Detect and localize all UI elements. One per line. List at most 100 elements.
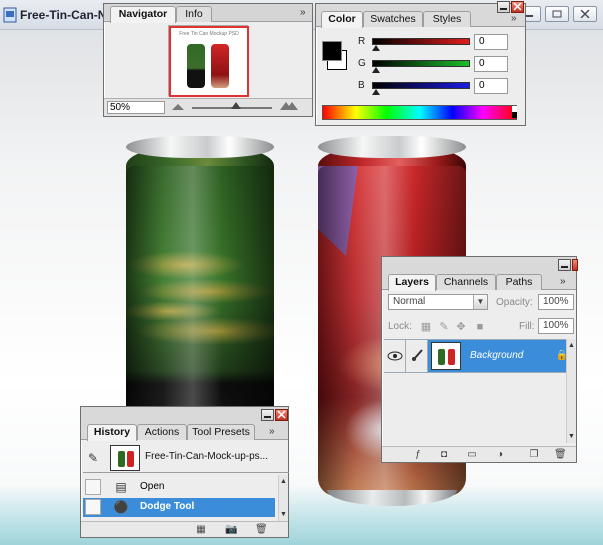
scroll-down-icon[interactable]: ▼ — [567, 432, 576, 441]
eye-icon — [387, 351, 402, 361]
palette-menu-button[interactable]: » — [560, 276, 566, 287]
channel-b-slider[interactable] — [372, 82, 470, 89]
tab-navigator[interactable]: Navigator — [110, 6, 176, 23]
tab-color[interactable]: Color — [321, 11, 363, 28]
lock-all-icon[interactable]: ■ — [474, 321, 486, 333]
channel-g-slider[interactable] — [372, 60, 470, 67]
fill-field[interactable]: 100% — [538, 318, 574, 334]
new-document-from-state-icon[interactable]: ▦ — [195, 524, 207, 535]
navigator-tabbar: Navigator Info » — [104, 4, 312, 23]
history-step-open[interactable]: ▤ Open — [83, 478, 275, 497]
opacity-field[interactable]: 100% — [538, 294, 574, 310]
brush-icon[interactable] — [406, 340, 428, 372]
layer-style-icon[interactable]: ƒ — [412, 449, 424, 460]
navigator-palette: Navigator Info » Free Tin Can Mockup PSD… — [103, 3, 313, 117]
can-top — [126, 136, 274, 158]
palette-close-button[interactable] — [275, 409, 288, 421]
tab-layers[interactable]: Layers — [388, 274, 436, 291]
scroll-up-icon[interactable]: ▲ — [567, 341, 576, 350]
channel-r-slider[interactable] — [372, 38, 470, 45]
channel-r-label: R — [358, 36, 366, 47]
history-step-dodge-tool[interactable]: ⚫ Dodge Tool — [83, 498, 275, 517]
channel-b-label: B — [358, 80, 365, 91]
minimize-icon — [561, 266, 568, 268]
layers-scrollbar[interactable]: ▲ ▼ — [566, 339, 576, 443]
adjustment-layer-icon[interactable]: ◑ — [494, 449, 506, 460]
channel-g-knob[interactable] — [372, 67, 380, 73]
color-palette: Color Swatches Styles » R 0 G 0 B 0 — [315, 1, 526, 126]
minimize-icon — [264, 416, 271, 418]
snapshot-camera-icon[interactable]: 📷 — [225, 524, 237, 535]
channel-b-knob[interactable] — [372, 89, 380, 95]
palette-minimize-button[interactable] — [261, 409, 274, 421]
palette-close-button[interactable] — [511, 1, 524, 13]
tab-swatches[interactable]: Swatches — [363, 11, 423, 27]
layers-tabbar: Layers Channels Paths » — [382, 257, 578, 291]
chevron-down-icon: ▼ — [473, 295, 487, 309]
navigator-zoom-bar: 50% — [104, 98, 312, 116]
snapshot-name: Free-Tin-Can-Mock-up-ps... — [145, 451, 268, 462]
palette-menu-button[interactable]: » — [269, 426, 275, 437]
tab-paths[interactable]: Paths — [496, 274, 542, 290]
zoom-out-icon[interactable] — [172, 104, 184, 110]
window-buttons — [517, 6, 597, 22]
blend-mode-select[interactable]: Normal ▼ — [388, 294, 488, 310]
history-scrollbar[interactable]: ▲ ▼ — [278, 475, 288, 521]
zoom-in-icon-2 — [286, 102, 298, 110]
history-source-checkbox[interactable] — [85, 499, 101, 515]
tab-actions[interactable]: Actions — [137, 424, 187, 440]
close-icon — [580, 10, 590, 18]
channel-r-value[interactable]: 0 — [474, 34, 508, 50]
tab-styles[interactable]: Styles — [423, 11, 471, 27]
lock-image-icon[interactable]: ✎ — [438, 321, 450, 333]
palette-minimize-button[interactable] — [558, 259, 571, 271]
zoom-slider-knob[interactable] — [231, 102, 241, 109]
history-brush-source-icon[interactable]: ✎ — [88, 451, 102, 465]
view-frame[interactable] — [169, 26, 249, 97]
layer-name: Background — [470, 350, 524, 361]
history-step-label: Open — [140, 481, 165, 492]
tab-tool-presets[interactable]: Tool Presets — [187, 424, 255, 440]
delete-state-icon[interactable]: 🗑 — [255, 524, 268, 535]
scroll-up-icon[interactable]: ▲ — [279, 477, 288, 486]
document-title: Free-Tin-Can-N — [20, 8, 107, 22]
channel-r-knob[interactable] — [372, 45, 380, 51]
can-top — [318, 136, 466, 158]
history-palette: History Actions Tool Presets » ✎ Free-Ti… — [80, 406, 289, 538]
black-sample[interactable] — [512, 112, 517, 118]
lock-position-icon[interactable]: ✥ — [455, 321, 467, 333]
layers-footer: ƒ ◘ ▭ ◑ ❐ 🗑 — [382, 446, 576, 462]
history-source-checkbox[interactable] — [85, 479, 101, 495]
channel-g-value[interactable]: 0 — [474, 56, 508, 72]
navigator-preview[interactable]: Free Tin Can Mockup PSD — [168, 25, 249, 97]
can-bottom — [326, 490, 458, 506]
palette-menu-button[interactable]: » — [511, 13, 517, 24]
close-doc-button[interactable] — [573, 6, 597, 22]
history-tabbar: History Actions Tool Presets » — [81, 407, 288, 441]
channel-g-label: G — [358, 58, 366, 69]
zoom-field[interactable]: 50% — [107, 101, 165, 114]
foreground-color-swatch[interactable] — [322, 41, 342, 61]
opacity-label: Opacity: — [496, 297, 533, 308]
history-snapshot[interactable]: ✎ Free-Tin-Can-Mock-up-ps... — [83, 443, 289, 473]
palette-close-button[interactable] — [572, 259, 578, 271]
channel-b-value[interactable]: 0 — [474, 78, 508, 94]
color-spectrum-ramp[interactable] — [322, 105, 517, 120]
layer-row-background[interactable]: Background 🔒 — [384, 339, 574, 373]
tab-channels[interactable]: Channels — [436, 274, 496, 290]
tab-info[interactable]: Info — [176, 6, 212, 22]
tab-history[interactable]: History — [87, 424, 137, 441]
new-layer-icon[interactable]: ❐ — [528, 449, 540, 460]
delete-layer-icon[interactable]: 🗑 — [554, 449, 567, 460]
new-group-icon[interactable]: ▭ — [466, 449, 478, 460]
lock-transparency-icon[interactable]: ▦ — [420, 321, 432, 333]
restore-button[interactable] — [545, 6, 569, 22]
dodge-tool-icon: ⚫ — [113, 500, 129, 514]
palette-minimize-button[interactable] — [497, 1, 510, 13]
palette-menu-button[interactable]: » — [300, 7, 306, 18]
open-document-icon: ▤ — [115, 480, 127, 494]
add-mask-icon[interactable]: ◘ — [438, 449, 450, 460]
layers-palette: Layers Channels Paths » Normal ▼ Opacity… — [381, 256, 578, 463]
visibility-eye-icon[interactable] — [384, 340, 406, 372]
scroll-down-icon[interactable]: ▼ — [279, 510, 288, 519]
